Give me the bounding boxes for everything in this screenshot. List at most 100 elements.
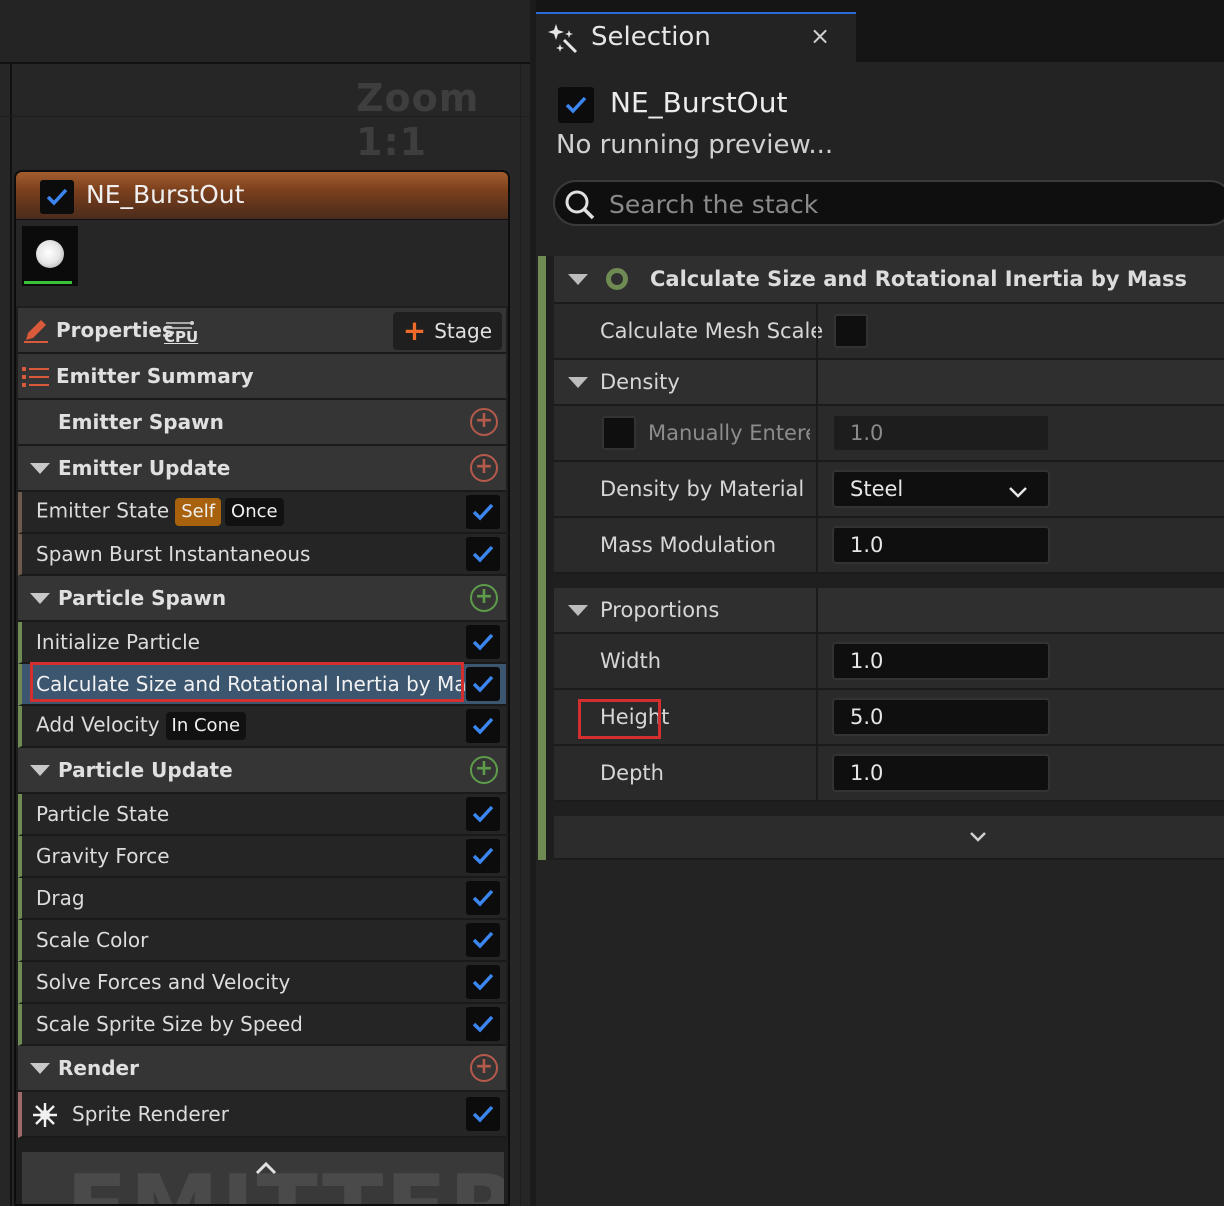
- emitter-footer[interactable]: EMITTER: [22, 1152, 504, 1204]
- column-divider[interactable]: [816, 406, 818, 460]
- add-velocity-text: Add Velocity: [36, 712, 160, 737]
- column-divider[interactable]: [816, 588, 818, 632]
- collapse-triangle-icon[interactable]: [568, 605, 588, 616]
- sprite-sparkle-icon: [32, 1102, 58, 1132]
- column-divider[interactable]: [816, 360, 818, 404]
- solve-forces-row[interactable]: Solve Forces and Velocity: [18, 962, 506, 1004]
- collapse-triangle-icon[interactable]: [568, 274, 588, 285]
- group-spacer: [554, 574, 1224, 588]
- sprite-renderer-row[interactable]: Sprite Renderer: [18, 1092, 506, 1138]
- renderer-enable-checkbox[interactable]: [466, 1097, 500, 1131]
- sprite-renderer-label: Sprite Renderer: [72, 1102, 229, 1126]
- module-enable-checkbox[interactable]: [466, 965, 500, 999]
- module-enable-checkbox[interactable]: [466, 797, 500, 831]
- density-group-row[interactable]: Density: [554, 360, 1224, 406]
- module-enable-checkbox[interactable]: [466, 709, 500, 743]
- scale-sprite-label: Scale Sprite Size by Speed: [36, 1012, 303, 1036]
- column-divider[interactable]: [816, 634, 818, 688]
- gravity-force-row[interactable]: Gravity Force: [18, 836, 506, 878]
- add-stage-button[interactable]: + Stage: [392, 312, 502, 350]
- density-material-row: Density by Material Ty Steel: [554, 462, 1224, 518]
- module-header-row[interactable]: Calculate Size and Rotational Inertia by…: [554, 256, 1224, 304]
- stack-search-box[interactable]: [553, 180, 1224, 226]
- selection-highlight-box: [30, 662, 464, 702]
- module-enable-checkbox[interactable]: [466, 881, 500, 915]
- module-enable-checkbox[interactable]: [466, 495, 500, 529]
- emitter-node-header[interactable]: NE_BurstOut: [16, 172, 508, 220]
- mass-modulation-input[interactable]: 1.0: [832, 526, 1050, 564]
- depth-row: Depth 1.0: [554, 746, 1224, 802]
- add-module-button[interactable]: +: [470, 408, 498, 436]
- add-renderer-button[interactable]: +: [470, 1054, 498, 1082]
- graph-canvas[interactable]: Zoom 1:1 NE_BurstOut Properties CPU + St…: [0, 0, 530, 1206]
- once-tag: Once: [225, 498, 284, 526]
- emitter-enable-checkbox[interactable]: [40, 180, 74, 214]
- gravity-force-label: Gravity Force: [36, 844, 170, 868]
- sparkle-wand-icon: [546, 22, 578, 58]
- initialize-particle-row[interactable]: Initialize Particle: [18, 622, 506, 664]
- proportions-label: Proportions: [600, 598, 720, 622]
- depth-input[interactable]: 1.0: [832, 754, 1050, 792]
- particle-state-row[interactable]: Particle State: [18, 794, 506, 836]
- module-enable-checkbox[interactable]: [466, 923, 500, 957]
- scale-sprite-row[interactable]: Scale Sprite Size by Speed: [18, 1004, 506, 1046]
- add-module-button[interactable]: +: [470, 454, 498, 482]
- tab-selection[interactable]: Selection ×: [536, 12, 856, 62]
- module-enable-checkbox[interactable]: [466, 1007, 500, 1041]
- properties-row[interactable]: Properties CPU + Stage: [18, 308, 506, 354]
- collapse-triangle-icon[interactable]: [30, 593, 50, 604]
- width-input[interactable]: 1.0: [832, 642, 1050, 680]
- particle-update-label: Particle Update: [58, 758, 233, 782]
- width-label: Width: [600, 649, 662, 673]
- close-icon[interactable]: ×: [810, 22, 830, 50]
- emitter-summary-row[interactable]: Emitter Summary: [18, 354, 506, 400]
- selected-emitter-name: NE_BurstOut: [610, 86, 788, 119]
- module-enable-checkbox[interactable]: [466, 839, 500, 873]
- module-enable-checkbox[interactable]: [466, 537, 500, 571]
- chevron-up-icon[interactable]: [254, 1160, 278, 1180]
- render-row[interactable]: Render +: [18, 1046, 506, 1092]
- emitter-enable-checkbox[interactable]: [558, 87, 594, 123]
- collapse-triangle-icon[interactable]: [30, 765, 50, 776]
- search-input[interactable]: [609, 186, 1209, 222]
- height-input[interactable]: 5.0: [832, 698, 1050, 736]
- render-label: Render: [58, 1056, 139, 1080]
- add-module-button[interactable]: +: [470, 584, 498, 612]
- emitter-update-row[interactable]: Emitter Update +: [18, 446, 506, 492]
- emitter-update-label: Emitter Update: [58, 456, 231, 480]
- proportions-group-row[interactable]: Proportions: [554, 588, 1224, 634]
- column-divider[interactable]: [816, 462, 818, 516]
- emitter-thumbnail[interactable]: [22, 226, 78, 286]
- manually-entered-label: Manually Enterec: [648, 421, 810, 445]
- column-divider[interactable]: [816, 518, 818, 572]
- add-velocity-row[interactable]: Add Velocity In Cone: [18, 706, 506, 748]
- column-divider[interactable]: [816, 304, 818, 358]
- scale-color-row[interactable]: Scale Color: [18, 920, 506, 962]
- emitter-state-text: Emitter State: [36, 498, 170, 523]
- add-module-button[interactable]: +: [470, 756, 498, 784]
- tab-title: Selection: [591, 22, 711, 52]
- calc-mesh-scale-checkbox[interactable]: [834, 314, 868, 348]
- emitter-state-row[interactable]: Emitter State Self Once: [18, 492, 506, 534]
- drag-row[interactable]: Drag: [18, 878, 506, 920]
- density-label: Density: [600, 370, 680, 394]
- collapse-triangle-icon[interactable]: [568, 377, 588, 388]
- emitter-spawn-row[interactable]: Emitter Spawn +: [18, 400, 506, 446]
- collapse-triangle-icon[interactable]: [30, 463, 50, 474]
- chevron-down-icon[interactable]: [968, 828, 988, 850]
- module-enable-checkbox[interactable]: [466, 667, 500, 701]
- particle-update-row[interactable]: Particle Update +: [18, 748, 506, 794]
- spawn-burst-row[interactable]: Spawn Burst Instantaneous: [18, 534, 506, 576]
- module-stack: Calculate Size and Rotational Inertia by…: [538, 256, 1224, 860]
- module-enable-checkbox[interactable]: [466, 625, 500, 659]
- collapse-triangle-icon[interactable]: [30, 1063, 50, 1074]
- column-divider[interactable]: [816, 746, 818, 800]
- density-material-dropdown[interactable]: Steel: [832, 470, 1050, 508]
- particle-spawn-row[interactable]: Particle Spawn +: [18, 576, 506, 622]
- manually-entered-checkbox[interactable]: [602, 416, 636, 450]
- expand-more-row[interactable]: [554, 816, 1224, 860]
- thumbnail-status-bar: [24, 281, 72, 284]
- column-divider[interactable]: [816, 690, 818, 744]
- height-highlight-box: [578, 699, 661, 739]
- manually-entered-input[interactable]: 1.0: [832, 414, 1050, 452]
